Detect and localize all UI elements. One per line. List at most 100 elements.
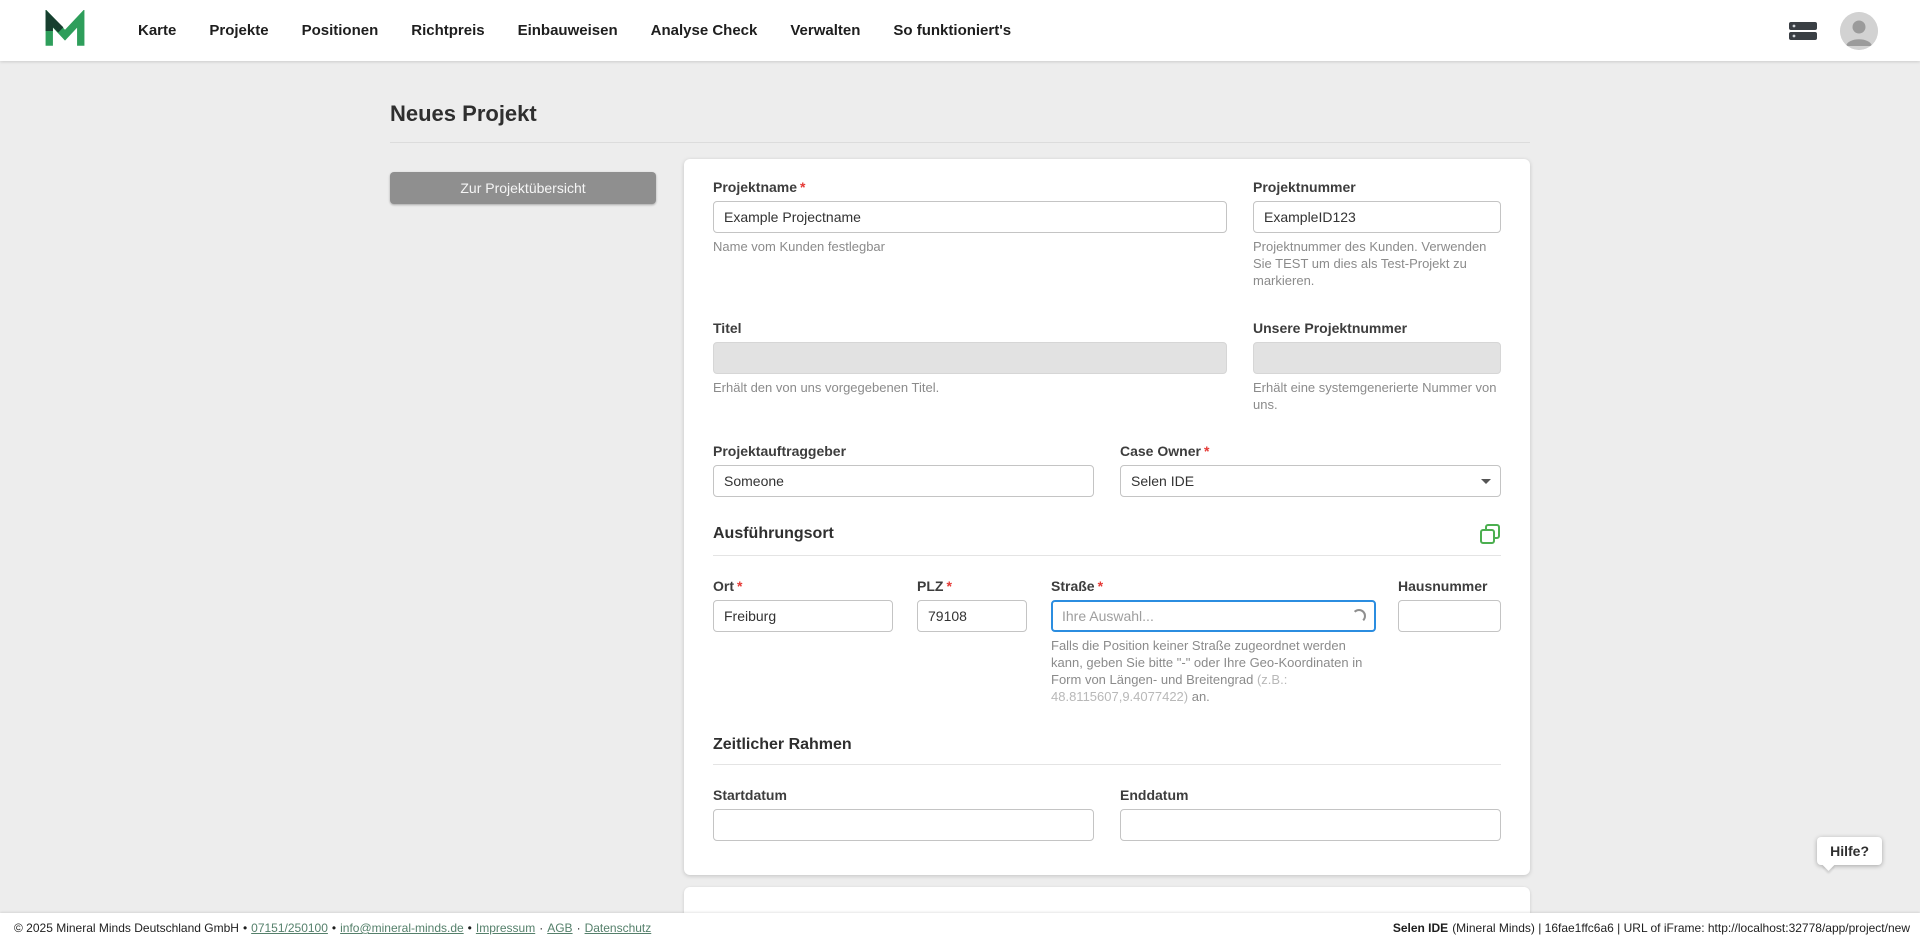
nav-item-karte[interactable]: Karte: [138, 22, 176, 39]
chevron-down-icon: [1481, 479, 1491, 484]
unsere-projektnummer-label: Unsere Projektnummer: [1253, 320, 1501, 336]
server-icon[interactable]: [1788, 20, 1818, 42]
footer-separator: •: [243, 921, 247, 935]
strasse-helper-main: Falls die Position keiner Straße zugeord…: [1051, 638, 1362, 687]
main-column: Projektname* Name vom Kunden festlegbar …: [684, 159, 1530, 913]
startdatum-field: Startdatum: [713, 787, 1094, 841]
strasse-label-text: Straße: [1051, 578, 1095, 594]
case-owner-label-text: Case Owner: [1120, 443, 1201, 459]
speech-bubble-tail: [1822, 858, 1835, 871]
top-navigation-bar: Karte Projekte Positionen Richtpreis Ein…: [0, 0, 1920, 61]
copyright-text: © 2025 Mineral Minds Deutschland GmbH: [14, 921, 239, 935]
case-owner-field: Case Owner* Selen IDE: [1120, 443, 1501, 497]
hausnummer-input[interactable]: [1398, 600, 1501, 632]
mineral-minds-logo[interactable]: [44, 10, 86, 52]
strasse-input[interactable]: [1051, 600, 1376, 632]
ausfuehrungsort-section-header: Ausführungsort: [713, 523, 1501, 545]
ort-label: Ort*: [713, 578, 893, 594]
footer-separator: ·: [539, 921, 543, 935]
footer-separator: ·: [577, 921, 581, 935]
case-owner-label: Case Owner*: [1120, 443, 1501, 459]
nav-item-richtpreis[interactable]: Richtpreis: [411, 22, 484, 39]
left-column: Zur Projektübersicht: [390, 159, 656, 204]
agb-link[interactable]: AGB: [547, 921, 572, 935]
unsere-projektnummer-field: Unsere Projektnummer Erhält eine systemg…: [1253, 320, 1501, 414]
titel-field: Titel Erhält den von uns vorgegebenen Ti…: [713, 320, 1227, 414]
impressum-link[interactable]: Impressum: [476, 921, 535, 935]
email-link[interactable]: info@mineral-minds.de: [340, 921, 464, 935]
strasse-helper: Falls die Position keiner Straße zugeord…: [1051, 638, 1376, 706]
page-content: Neues Projekt Zur Projektübersicht Proje…: [390, 61, 1530, 913]
ort-label-text: Ort: [713, 578, 734, 594]
datenschutz-link[interactable]: Datenschutz: [585, 921, 652, 935]
required-asterisk: *: [737, 578, 742, 594]
titel-helper: Erhält den von uns vorgegebenen Titel.: [713, 380, 1227, 397]
startdatum-input[interactable]: [713, 809, 1094, 841]
projektname-input[interactable]: [713, 201, 1227, 233]
new-project-form-card: Projektname* Name vom Kunden festlegbar …: [684, 159, 1530, 875]
nav-item-analyse-check[interactable]: Analyse Check: [651, 22, 758, 39]
projektnummer-input[interactable]: [1253, 201, 1501, 233]
ort-input[interactable]: [713, 600, 893, 632]
footer-session-info: Selen IDE (Mineral Minds) | 16fae1ffc6a6…: [1393, 921, 1910, 935]
next-card-peek: [684, 887, 1530, 913]
footer-separator: •: [468, 921, 472, 935]
zur-projektuebersicht-button[interactable]: Zur Projektübersicht: [390, 172, 656, 204]
hausnummer-field: Hausnummer: [1398, 578, 1501, 706]
strasse-field: Straße* Falls die Position keiner Straße…: [1051, 578, 1376, 706]
page-title: Neues Projekt: [390, 101, 1530, 127]
title-divider: [390, 142, 1530, 143]
footer: © 2025 Mineral Minds Deutschland GmbH • …: [0, 913, 1920, 943]
session-user: Selen IDE: [1393, 921, 1448, 935]
phone-link[interactable]: 07151/250100: [251, 921, 328, 935]
projektnummer-helper: Projektnummer des Kunden. Verwenden Sie …: [1253, 239, 1501, 290]
enddatum-field: Enddatum: [1120, 787, 1501, 841]
required-asterisk: *: [1204, 443, 1209, 459]
strasse-helper-suffix: an.: [1188, 689, 1210, 704]
nav-item-positionen[interactable]: Positionen: [302, 22, 379, 39]
titel-label: Titel: [713, 320, 1227, 336]
footer-left: © 2025 Mineral Minds Deutschland GmbH • …: [14, 921, 651, 935]
nav-item-projekte[interactable]: Projekte: [209, 22, 268, 39]
projektname-field: Projektname* Name vom Kunden festlegbar: [713, 179, 1227, 290]
enddatum-input[interactable]: [1120, 809, 1501, 841]
ort-field: Ort*: [713, 578, 893, 706]
hilfe-button[interactable]: Hilfe?: [1817, 837, 1882, 865]
nav-item-einbauweisen[interactable]: Einbauweisen: [518, 22, 618, 39]
enddatum-label: Enddatum: [1120, 787, 1501, 803]
section-divider: [713, 555, 1501, 556]
footer-separator: •: [332, 921, 336, 935]
plz-label: PLZ*: [917, 578, 1027, 594]
plz-input[interactable]: [917, 600, 1027, 632]
projektauftraggeber-input[interactable]: [713, 465, 1094, 497]
topbar-right: [1788, 12, 1878, 50]
required-asterisk: *: [946, 578, 951, 594]
zeitlicher-rahmen-section-header: Zeitlicher Rahmen: [713, 736, 1501, 754]
user-avatar-icon[interactable]: [1840, 12, 1878, 50]
session-details: (Mineral Minds) | 16fae1ffc6a6 | URL of …: [1452, 921, 1910, 935]
section-divider: [713, 764, 1501, 765]
projektname-helper: Name vom Kunden festlegbar: [713, 239, 1227, 256]
titel-input: [713, 342, 1227, 374]
projektname-label: Projektname*: [713, 179, 1227, 195]
plz-field: PLZ*: [917, 578, 1027, 706]
case-owner-select[interactable]: Selen IDE: [1120, 465, 1501, 497]
required-asterisk: *: [800, 179, 805, 195]
ausfuehrungsort-title: Ausführungsort: [713, 525, 834, 543]
projektauftraggeber-field: Projektauftraggeber: [713, 443, 1094, 497]
duplicate-icon[interactable]: [1479, 523, 1501, 545]
strasse-label: Straße*: [1051, 578, 1376, 594]
zeitlicher-rahmen-title: Zeitlicher Rahmen: [713, 736, 852, 754]
unsere-projektnummer-helper: Erhält eine systemgenerierte Nummer von …: [1253, 380, 1501, 414]
hausnummer-label: Hausnummer: [1398, 578, 1501, 594]
startdatum-label: Startdatum: [713, 787, 1094, 803]
nav-item-so-funktionierts[interactable]: So funktioniert's: [893, 22, 1011, 39]
projektnummer-label: Projektnummer: [1253, 179, 1501, 195]
nav-item-verwalten[interactable]: Verwalten: [790, 22, 860, 39]
projektnummer-field: Projektnummer Projektnummer des Kunden. …: [1253, 179, 1501, 290]
required-asterisk: *: [1098, 578, 1103, 594]
unsere-projektnummer-input: [1253, 342, 1501, 374]
plz-label-text: PLZ: [917, 578, 943, 594]
projektauftraggeber-label: Projektauftraggeber: [713, 443, 1094, 459]
case-owner-selected-value: Selen IDE: [1131, 473, 1194, 489]
